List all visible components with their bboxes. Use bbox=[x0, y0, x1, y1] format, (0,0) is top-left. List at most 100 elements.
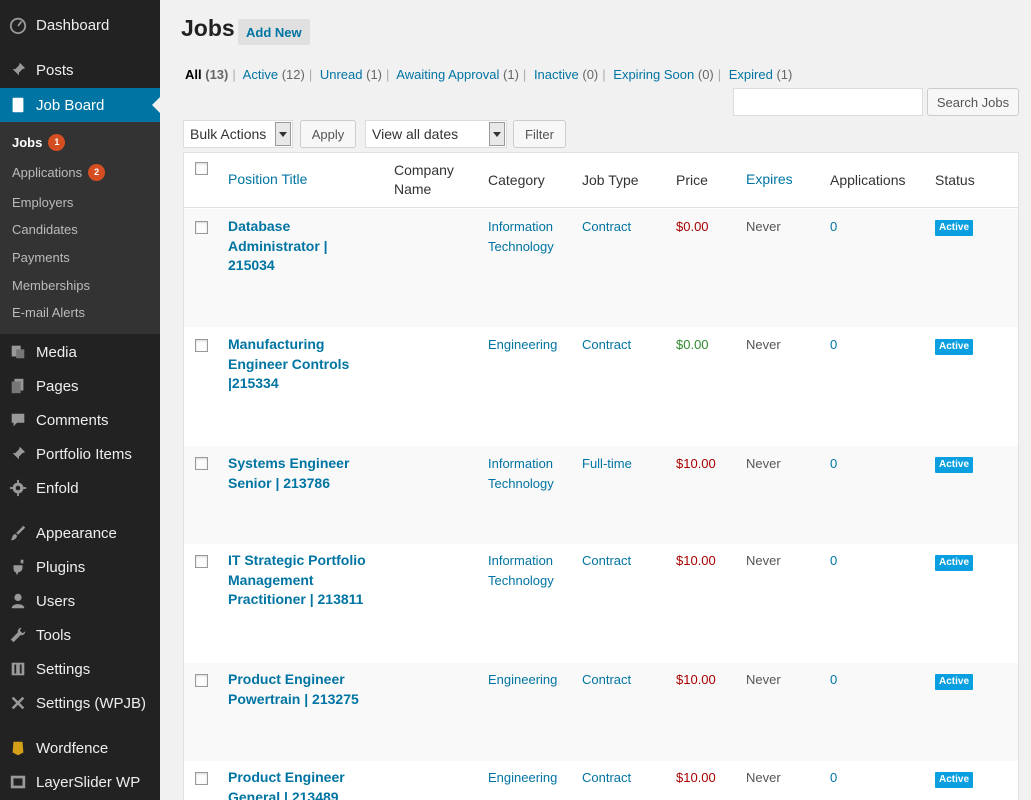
job-type[interactable]: Contract bbox=[582, 335, 631, 355]
pin-icon bbox=[0, 445, 36, 463]
job-applications-count[interactable]: 0 bbox=[830, 670, 837, 690]
search-jobs-button[interactable]: Search Jobs bbox=[927, 88, 1019, 116]
menu-item-enfold[interactable]: Enfold bbox=[0, 471, 160, 505]
menu-item-tools[interactable]: Tools bbox=[0, 618, 160, 652]
filter-expired[interactable]: Expired (1) bbox=[729, 67, 793, 82]
menu-item-media[interactable]: Media bbox=[0, 335, 160, 369]
row-checkbox[interactable] bbox=[195, 772, 208, 785]
menu-item-layerslider[interactable]: LayerSlider WP bbox=[0, 765, 160, 799]
job-type[interactable]: Contract bbox=[582, 768, 631, 788]
filter-active[interactable]: Active (12) bbox=[243, 67, 305, 82]
job-title-link[interactable]: Product Engineer General | 213489 bbox=[228, 768, 378, 800]
job-price: $0.00 bbox=[676, 219, 709, 234]
submenu-item-applications[interactable]: Applications 2 bbox=[12, 164, 106, 181]
select-all-checkbox[interactable] bbox=[195, 162, 208, 175]
settings-icon bbox=[0, 660, 36, 678]
separator: | bbox=[308, 67, 313, 82]
row-checkbox[interactable] bbox=[195, 555, 208, 568]
row-checkbox[interactable] bbox=[195, 339, 208, 352]
menu-item-plugins[interactable]: Plugins bbox=[0, 550, 160, 584]
job-type[interactable]: Contract bbox=[582, 670, 631, 690]
job-expires: Never bbox=[746, 337, 781, 352]
job-category[interactable]: Engineering bbox=[488, 768, 573, 788]
filter-all[interactable]: All (13) bbox=[185, 67, 228, 82]
column-company-name: Company Name bbox=[394, 162, 454, 197]
menu-item-portfolio-items[interactable]: Portfolio Items bbox=[0, 437, 160, 471]
filter-button[interactable]: Filter bbox=[513, 120, 566, 148]
status-badge: Active bbox=[935, 457, 974, 473]
job-expires: Never bbox=[746, 672, 781, 687]
row-checkbox[interactable] bbox=[195, 221, 208, 234]
menu-item-settings[interactable]: Settings bbox=[0, 652, 160, 686]
job-type[interactable]: Contract bbox=[582, 551, 631, 571]
job-title-link[interactable]: Manufacturing Engineer Controls |215334 bbox=[228, 335, 378, 394]
filter-label: Expired bbox=[728, 67, 773, 82]
plugin-icon bbox=[0, 558, 36, 576]
column-expires[interactable]: Expires bbox=[746, 170, 793, 189]
job-title-link[interactable]: Database Administrator | 215034 bbox=[228, 217, 378, 276]
search-input[interactable] bbox=[733, 88, 923, 116]
brush-icon bbox=[0, 524, 36, 542]
job-expires: Never bbox=[746, 219, 781, 234]
submenu-item-payments[interactable]: Payments bbox=[12, 250, 70, 265]
job-type[interactable]: Contract bbox=[582, 217, 631, 237]
job-type[interactable]: Full-time bbox=[582, 454, 632, 474]
job-applications-count[interactable]: 0 bbox=[830, 551, 837, 571]
filter-awaiting-approval[interactable]: Awaiting Approval (1) bbox=[396, 67, 519, 82]
row-checkbox[interactable] bbox=[195, 457, 208, 470]
table-row: Systems Engineer Senior | 213786 Informa… bbox=[184, 446, 1018, 544]
bulk-actions-select[interactable]: Bulk Actions bbox=[183, 120, 293, 148]
menu-item-label: Plugins bbox=[36, 558, 86, 576]
submenu-item-email-alerts[interactable]: E-mail Alerts bbox=[12, 305, 85, 320]
submenu-item-memberships[interactable]: Memberships bbox=[12, 278, 90, 293]
chevron-down-icon bbox=[275, 122, 291, 146]
menu-item-label: Enfold bbox=[36, 479, 79, 497]
menu-item-label: Comments bbox=[36, 411, 109, 429]
job-applications-count[interactable]: 0 bbox=[830, 217, 837, 237]
column-position-title[interactable]: Position Title bbox=[228, 170, 307, 189]
date-filter-select[interactable]: View all dates bbox=[365, 120, 507, 148]
menu-item-job-board[interactable]: Job Board bbox=[0, 88, 160, 122]
menu-item-posts[interactable]: Posts bbox=[0, 53, 160, 87]
submenu-item-jobs[interactable]: Jobs 1 bbox=[12, 134, 66, 151]
status-filter-links: All (13) | Active (12) | Unread (1) | Await… bbox=[185, 67, 792, 82]
menu-item-pages[interactable]: Pages bbox=[0, 369, 160, 403]
filter-expiring-soon[interactable]: Expiring Soon (0) bbox=[613, 67, 713, 82]
separator: | bbox=[386, 67, 390, 82]
menu-item-label: Wordfence bbox=[36, 739, 109, 757]
job-category[interactable]: Engineering bbox=[488, 670, 573, 690]
wordfence-icon bbox=[0, 739, 36, 757]
menu-item-appearance[interactable]: Appearance bbox=[0, 516, 160, 550]
job-category[interactable]: Information Technology bbox=[488, 217, 573, 256]
comment-icon bbox=[0, 411, 36, 429]
job-category[interactable]: Engineering bbox=[488, 335, 573, 355]
filter-count: (13) bbox=[205, 67, 229, 82]
job-title-link[interactable]: Product Engineer Powertrain | 213275 bbox=[228, 670, 378, 709]
table-row: Product Engineer General | 213489 Engine… bbox=[184, 761, 1018, 800]
job-category[interactable]: Information Technology bbox=[488, 454, 573, 493]
job-applications-count[interactable]: 0 bbox=[830, 768, 837, 788]
menu-item-wordfence[interactable]: Wordfence bbox=[0, 731, 160, 765]
chevron-down-icon bbox=[489, 122, 505, 146]
add-new-button[interactable]: Add New bbox=[238, 19, 310, 45]
filter-inactive[interactable]: Inactive (0) bbox=[534, 67, 598, 82]
apply-button[interactable]: Apply bbox=[300, 120, 356, 148]
menu-item-users[interactable]: Users bbox=[0, 584, 160, 618]
status-badge: Active bbox=[935, 772, 974, 788]
filter-unread[interactable]: Unread (1) bbox=[320, 67, 382, 82]
menu-item-dashboard[interactable]: Dashboard bbox=[0, 8, 160, 42]
menu-item-label: Media bbox=[36, 343, 77, 361]
menu-item-settings-wpjb[interactable]: Settings (WPJB) bbox=[0, 686, 160, 720]
job-applications-count[interactable]: 0 bbox=[830, 335, 837, 355]
row-checkbox[interactable] bbox=[195, 674, 208, 687]
job-title-link[interactable]: IT Strategic Portfolio Management Practi… bbox=[228, 551, 378, 610]
menu-item-comments[interactable]: Comments bbox=[0, 403, 160, 437]
column-status: Status bbox=[935, 172, 975, 188]
job-category[interactable]: Information Technology bbox=[488, 551, 573, 590]
job-applications-count[interactable]: 0 bbox=[830, 454, 837, 474]
submenu-item-employers[interactable]: Employers bbox=[12, 195, 73, 210]
layers-icon bbox=[0, 773, 36, 791]
job-title-link[interactable]: Systems Engineer Senior | 213786 bbox=[228, 454, 378, 493]
submenu-item-candidates[interactable]: Candidates bbox=[12, 222, 78, 237]
status-badge: Active bbox=[935, 339, 974, 355]
